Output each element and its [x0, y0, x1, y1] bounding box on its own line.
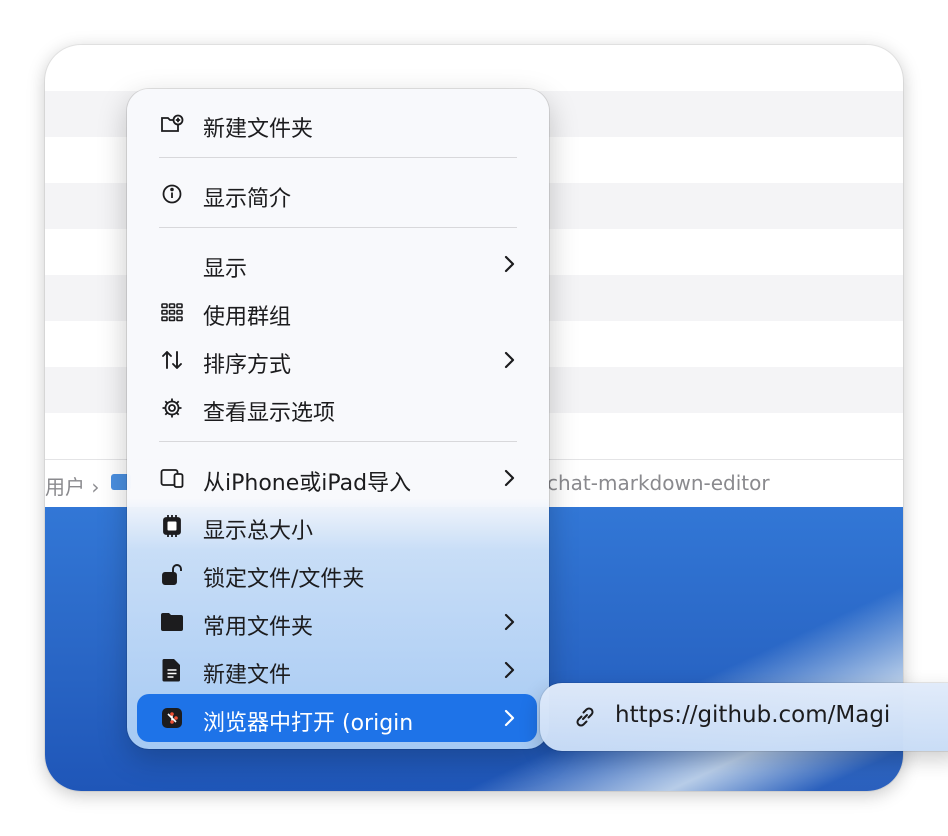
gear-icon: [159, 395, 185, 421]
info-icon: [159, 181, 185, 207]
list-row[interactable]: [45, 45, 903, 91]
menu-item-label: 使用群组: [203, 305, 292, 330]
menu-item-import-from-iphone[interactable]: 从iPhone或iPad导入: [137, 454, 537, 502]
chevron-right-icon: [499, 708, 519, 728]
menu-item-view-options[interactable]: 查看显示选项: [137, 384, 537, 432]
menu-item-open-in-browser[interactable]: 浏览器中打开 (origin: [137, 694, 537, 742]
menu-item-show[interactable]: 显示: [137, 240, 537, 288]
devices-icon: [159, 465, 185, 491]
link-icon: [572, 704, 598, 730]
menu-item-label: 浏览器中打开 (origin: [203, 711, 414, 736]
menu-item-label: 新建文件: [203, 663, 292, 688]
chevron-right-icon: [499, 468, 519, 488]
menu-item-sort-by[interactable]: 排序方式: [137, 336, 537, 384]
menu-separator: [159, 157, 517, 158]
menu-item-label: 排序方式: [203, 353, 292, 378]
menu-item-label: 锁定文件/文件夹: [203, 567, 365, 592]
menu-item-label: 常用文件夹: [203, 615, 314, 640]
git-icon: [159, 705, 185, 731]
menu-item-get-info[interactable]: 显示简介: [137, 170, 537, 218]
document-icon: [159, 657, 185, 683]
unlock-icon: [159, 561, 185, 587]
menu-item-lock[interactable]: 锁定文件/文件夹: [137, 550, 537, 598]
menu-item-label: 新建文件夹: [203, 117, 314, 142]
menu-item-label: 从iPhone或iPad导入: [203, 471, 412, 496]
menu-separator: [159, 441, 517, 442]
menu-item-label: 显示总大小: [203, 519, 314, 544]
context-menu: 新建文件夹 显示简介 显示 使用群组 排序方式 查看显示选项 从iPhone或i…: [127, 89, 549, 749]
menu-item-new-folder[interactable]: 新建文件夹: [137, 100, 537, 148]
menu-item-label: 显示: [203, 257, 248, 282]
path-segment-current[interactable]: chat-markdown-editor: [547, 471, 770, 495]
chevron-right-icon: [499, 612, 519, 632]
menu-item-label: 查看显示选项: [203, 401, 336, 426]
submenu-remote-urls: https://github.com/Magi: [540, 683, 948, 751]
folder-icon: [159, 609, 185, 635]
chevron-right-icon: [499, 254, 519, 274]
menu-item-label: 显示简介: [203, 187, 292, 212]
chevron-right-icon: [499, 660, 519, 680]
menu-separator: [159, 227, 517, 228]
path-segment-users[interactable]: 用户 ›: [45, 471, 99, 500]
chip-icon: [159, 513, 185, 539]
submenu-item-url[interactable]: https://github.com/Magi: [615, 702, 890, 728]
menu-item-use-groups[interactable]: 使用群组: [137, 288, 537, 336]
sort-arrows-icon: [159, 347, 185, 373]
menu-item-show-total-size[interactable]: 显示总大小: [137, 502, 537, 550]
new-folder-icon: [159, 111, 185, 137]
chevron-right-icon: [499, 350, 519, 370]
menu-item-common-folders[interactable]: 常用文件夹: [137, 598, 537, 646]
grid-icon: [159, 299, 185, 325]
menu-item-new-file[interactable]: 新建文件: [137, 646, 537, 694]
